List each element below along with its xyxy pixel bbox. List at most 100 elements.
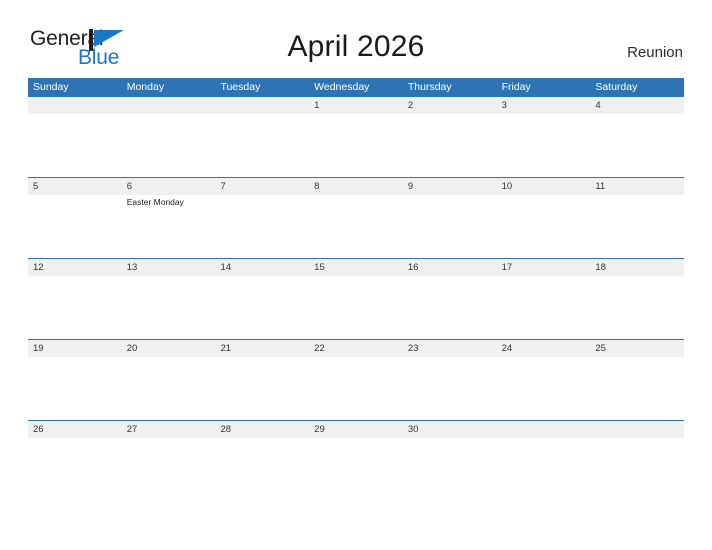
day-event bbox=[501, 357, 587, 358]
day-cell[interactable]: 6 Easter Monday bbox=[122, 178, 216, 258]
weekday-header-wednesday: Wednesday bbox=[314, 81, 370, 93]
day-event bbox=[219, 195, 305, 196]
day-cell[interactable]: 11 bbox=[590, 178, 684, 258]
day-event bbox=[126, 276, 212, 277]
day-cell[interactable]: 29 bbox=[309, 421, 403, 501]
region-label: Reunion bbox=[627, 44, 683, 61]
day-cell[interactable]: 27 bbox=[122, 421, 216, 501]
day-event bbox=[126, 438, 212, 439]
day-number: 4 bbox=[595, 100, 601, 111]
day-number: 15 bbox=[314, 262, 325, 273]
day-number: 29 bbox=[314, 424, 325, 435]
day-cell[interactable]: 15 bbox=[309, 259, 403, 339]
day-number: 9 bbox=[407, 181, 414, 192]
day-event bbox=[219, 114, 305, 115]
weekday-header-monday: Monday bbox=[126, 81, 165, 93]
day-cell[interactable]: 1 bbox=[309, 97, 403, 177]
day-number: 13 bbox=[126, 262, 138, 273]
week-row: 19 20 21 22 23 24 25 bbox=[28, 339, 684, 420]
day-cell[interactable]: 16 bbox=[403, 259, 497, 339]
day-cell[interactable]: 8 bbox=[309, 178, 403, 258]
day-cell[interactable]: 28 bbox=[215, 421, 309, 501]
page-title: April 2026 bbox=[287, 30, 425, 63]
day-event bbox=[594, 114, 680, 115]
day-cell[interactable] bbox=[215, 97, 309, 177]
day-cell[interactable]: 25 bbox=[590, 340, 684, 420]
day-cell[interactable]: 7 bbox=[215, 178, 309, 258]
day-cell[interactable]: 5 bbox=[28, 178, 122, 258]
day-cell[interactable]: 19 bbox=[28, 340, 122, 420]
day-number: 24 bbox=[501, 343, 513, 354]
day-number bbox=[501, 421, 587, 438]
day-number: 22 bbox=[314, 343, 325, 354]
day-number bbox=[594, 421, 680, 438]
day-event bbox=[407, 357, 493, 358]
day-number: 16 bbox=[407, 262, 419, 273]
day-cell[interactable] bbox=[497, 421, 591, 501]
day-number: 26 bbox=[33, 424, 44, 435]
day-cell[interactable]: 18 bbox=[590, 259, 684, 339]
day-event bbox=[313, 114, 399, 115]
day-cell[interactable]: 3 bbox=[497, 97, 591, 177]
day-number: 28 bbox=[220, 424, 232, 435]
week-row: 5 6 Easter Monday 7 8 9 10 11 bbox=[28, 177, 684, 258]
day-cell[interactable]: 26 bbox=[28, 421, 122, 501]
day-event bbox=[501, 276, 587, 277]
week-row: 12 13 14 15 16 17 18 bbox=[28, 258, 684, 339]
day-number bbox=[126, 97, 212, 114]
week-row: 26 27 28 29 30 bbox=[28, 420, 684, 501]
day-cell[interactable]: 9 bbox=[403, 178, 497, 258]
day-number: 5 bbox=[33, 181, 39, 192]
day-number: 12 bbox=[33, 262, 44, 273]
day-event bbox=[501, 114, 587, 115]
day-number: 17 bbox=[501, 262, 513, 273]
day-event bbox=[219, 276, 305, 277]
day-number: 7 bbox=[220, 181, 226, 192]
day-cell[interactable]: 21 bbox=[215, 340, 309, 420]
day-cell[interactable]: 2 bbox=[403, 97, 497, 177]
day-number: 3 bbox=[501, 100, 507, 111]
day-cell[interactable]: 30 bbox=[403, 421, 497, 501]
day-number bbox=[219, 97, 305, 114]
day-cell[interactable]: 20 bbox=[122, 340, 216, 420]
day-event bbox=[32, 438, 118, 439]
day-event bbox=[407, 276, 493, 277]
weekday-header-row: Sunday Monday Tuesday Wednesday Thursday… bbox=[28, 78, 684, 96]
day-cell[interactable]: 24 bbox=[497, 340, 591, 420]
day-cell[interactable]: 13 bbox=[122, 259, 216, 339]
day-number: 18 bbox=[595, 262, 606, 273]
weekday-header-sunday: Sunday bbox=[33, 81, 69, 93]
day-event bbox=[594, 438, 680, 439]
day-event bbox=[219, 438, 305, 439]
day-cell[interactable]: 12 bbox=[28, 259, 122, 339]
day-event bbox=[313, 357, 399, 358]
calendar-page: General Blue April 2026 Reunion Sunday M… bbox=[0, 0, 712, 550]
week-row: 1 2 3 4 bbox=[28, 96, 684, 177]
day-cell[interactable]: 4 bbox=[590, 97, 684, 177]
day-event bbox=[407, 438, 493, 439]
calendar-grid: Sunday Monday Tuesday Wednesday Thursday… bbox=[28, 78, 684, 501]
day-number: 21 bbox=[220, 343, 232, 354]
day-event bbox=[313, 195, 399, 196]
day-number: 10 bbox=[501, 181, 513, 192]
day-event bbox=[126, 114, 212, 115]
day-event bbox=[219, 357, 305, 358]
day-event bbox=[407, 195, 493, 196]
weekday-header-tuesday: Tuesday bbox=[220, 81, 261, 93]
weekday-header-saturday: Saturday bbox=[595, 81, 638, 93]
day-cell[interactable] bbox=[122, 97, 216, 177]
day-number: 19 bbox=[33, 343, 44, 354]
day-cell[interactable]: 23 bbox=[403, 340, 497, 420]
day-cell[interactable] bbox=[28, 97, 122, 177]
weekday-header-thursday: Thursday bbox=[407, 81, 452, 93]
day-cell[interactable] bbox=[590, 421, 684, 501]
day-cell[interactable]: 14 bbox=[215, 259, 309, 339]
day-event bbox=[32, 195, 118, 196]
day-cell[interactable]: 17 bbox=[497, 259, 591, 339]
day-cell[interactable]: 10 bbox=[497, 178, 591, 258]
day-cell[interactable]: 22 bbox=[309, 340, 403, 420]
day-number: 27 bbox=[126, 424, 138, 435]
day-number: 6 bbox=[126, 181, 133, 192]
day-event bbox=[126, 357, 212, 358]
day-event bbox=[32, 357, 118, 358]
